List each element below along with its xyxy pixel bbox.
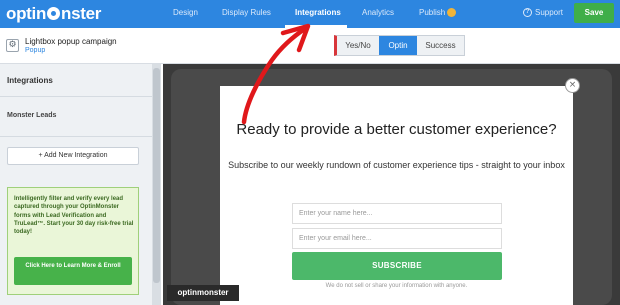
sidebar-header: Integrations <box>0 64 152 97</box>
logo-text-start: optin <box>6 4 47 23</box>
save-button[interactable]: Save <box>574 3 614 23</box>
nav-publish[interactable]: Publish <box>419 8 445 17</box>
integrations-sidebar: Integrations Monster Leads + Add New Int… <box>0 64 152 305</box>
add-integration-button[interactable]: + Add New Integration <box>7 147 139 165</box>
section-title: Monster Leads <box>7 112 57 119</box>
top-navigation-bar: optin nster Design Display Rules Integrat… <box>0 0 620 28</box>
campaign-type: Popup <box>25 47 46 54</box>
logo-text-end: nster <box>61 4 102 23</box>
optinmonster-logo[interactable]: optin nster <box>6 4 101 24</box>
view-tab-yes-no[interactable]: Yes/No <box>337 36 379 55</box>
learn-more-button[interactable]: Click Here to Learn More & Enroll <box>14 257 132 285</box>
scrollbar-thumb[interactable] <box>153 68 160 283</box>
subscribe-button[interactable]: SUBSCRIBE <box>292 252 502 280</box>
view-switcher: Yes/No Optin Success <box>334 35 465 56</box>
nav-display-rules[interactable]: Display Rules <box>222 8 271 17</box>
name-field[interactable]: Enter your name here... <box>292 203 502 224</box>
publish-status-icon <box>447 8 456 17</box>
divider <box>0 136 152 137</box>
sidebar-scrollbar[interactable] <box>152 64 161 305</box>
powered-by-badge[interactable]: optinmonster <box>167 285 239 301</box>
gear-icon[interactable]: ⚙ <box>6 39 19 52</box>
promo-text: Intelligently filter and verify every le… <box>14 196 134 236</box>
monster-eye-icon <box>47 7 61 20</box>
nav-analytics[interactable]: Analytics <box>362 8 394 17</box>
popup-preview: Ready to provide a better customer exper… <box>220 86 573 305</box>
popup-title[interactable]: Ready to provide a better customer exper… <box>220 121 573 139</box>
view-tab-optin[interactable]: Optin <box>379 36 417 55</box>
close-icon[interactable]: × <box>565 78 580 93</box>
view-tab-success[interactable]: Success <box>417 36 464 55</box>
campaign-bar: ⚙ Lightbox popup campaign Popup <box>0 28 620 64</box>
promo-box: Intelligently filter and verify every le… <box>7 187 139 295</box>
campaign-title: Lightbox popup campaign <box>25 37 117 46</box>
support-link[interactable]: Support <box>535 8 563 17</box>
popup-subtitle[interactable]: Subscribe to our weekly rundown of custo… <box>220 159 573 172</box>
email-field[interactable]: Enter your email here... <box>292 228 502 249</box>
nav-integrations[interactable]: Integrations <box>295 8 341 17</box>
help-icon[interactable]: ? <box>523 8 532 17</box>
privacy-note: We do not sell or share your information… <box>325 283 468 289</box>
nav-design[interactable]: Design <box>173 8 198 17</box>
sidebar-title: Integrations <box>7 76 53 85</box>
